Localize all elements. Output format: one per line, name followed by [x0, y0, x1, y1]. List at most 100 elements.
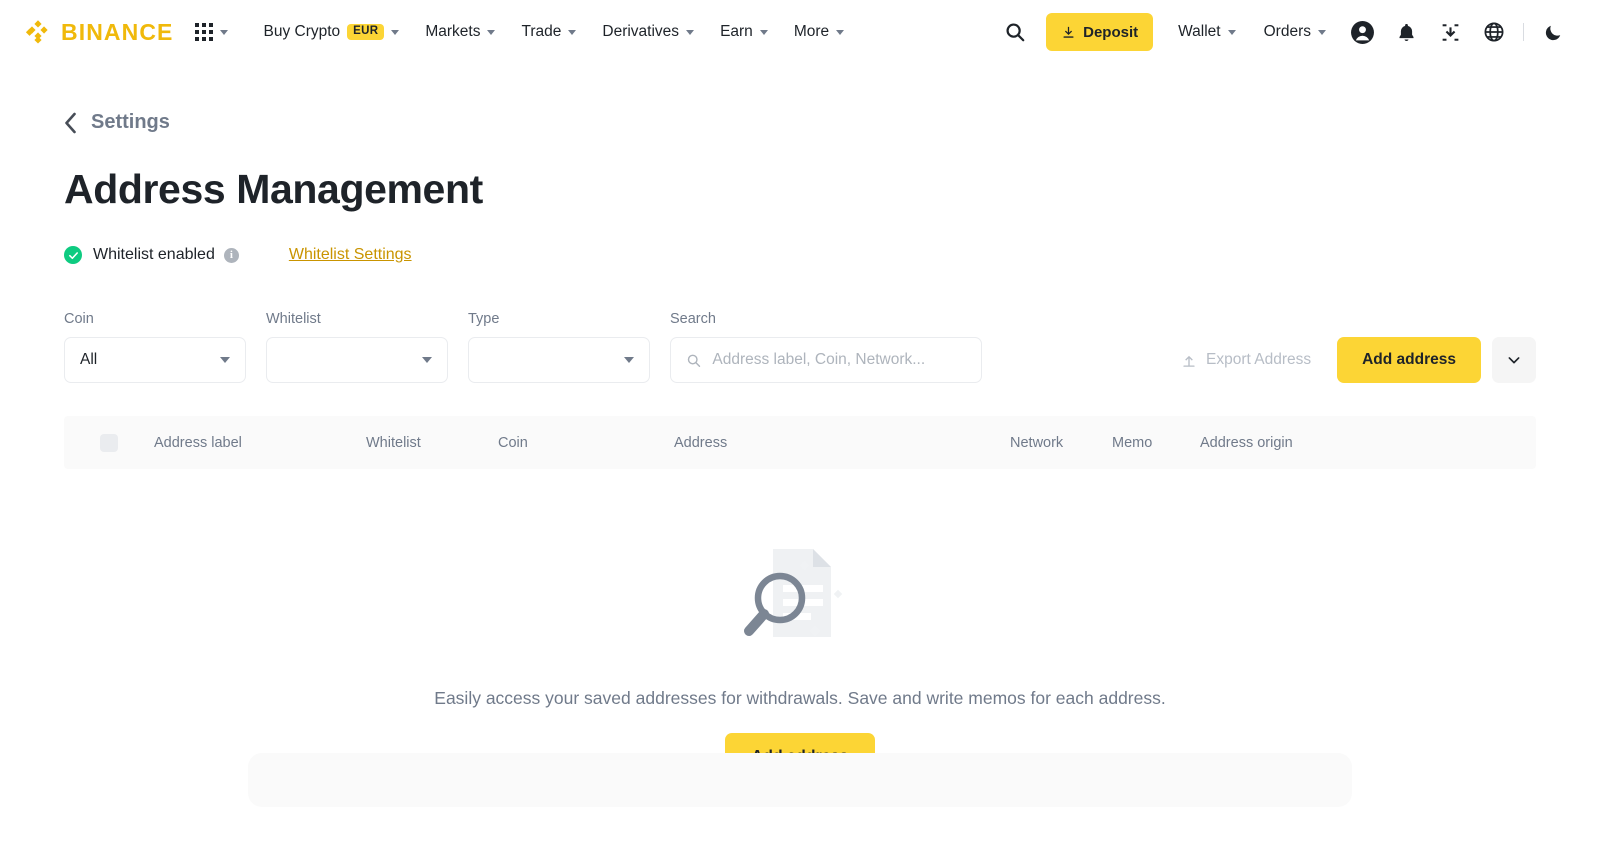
chevron-down-icon [391, 30, 399, 35]
type-filter-select[interactable] [468, 337, 650, 383]
chevron-down-icon [686, 30, 694, 35]
download-icon [1061, 25, 1076, 40]
nav-item-orders[interactable]: Orders [1251, 0, 1339, 64]
nav-item-earn[interactable]: Earn [707, 0, 781, 64]
type-filter: Type [468, 311, 650, 383]
no-data-document-search-icon [737, 535, 863, 653]
search-filter: Search [670, 311, 982, 383]
chevron-down-icon [220, 357, 230, 363]
notifications-button[interactable] [1385, 11, 1427, 53]
coin-filter-select[interactable]: All [64, 337, 246, 383]
address-table-header: Address label Whitelist Coin Address Net… [64, 416, 1536, 469]
breadcrumb-label: Settings [91, 111, 170, 134]
filter-actions: Export Address Add address [1181, 337, 1536, 383]
nav-item-wallet[interactable]: Wallet [1165, 0, 1249, 64]
search-label: Search [670, 311, 982, 327]
export-address-button[interactable]: Export Address [1181, 351, 1311, 369]
add-address-group: Add address [1337, 337, 1536, 383]
nav-label: Trade [521, 0, 561, 64]
theme-toggle-button[interactable] [1532, 11, 1574, 53]
search-box[interactable] [670, 337, 982, 383]
export-upload-icon [1181, 352, 1197, 368]
navbar-divider [1523, 23, 1524, 41]
whitelist-filter: Whitelist [266, 311, 448, 383]
chevron-down-icon [422, 357, 432, 363]
chevron-down-icon [1318, 30, 1326, 35]
page-content: Settings Address Management Whitelist en… [0, 111, 1600, 781]
column-address: Address [674, 435, 1010, 451]
search-input[interactable] [712, 351, 966, 369]
logo-wordmark: BINANCE [61, 19, 173, 46]
column-address-origin: Address origin [1200, 435, 1293, 451]
column-memo: Memo [1112, 435, 1200, 451]
coin-filter-label: Coin [64, 311, 246, 327]
currency-badge: EUR [347, 24, 384, 41]
nav-label: Wallet [1178, 0, 1221, 64]
search-button[interactable] [994, 11, 1036, 53]
chevron-down-icon [220, 30, 228, 35]
column-address-label: Address label [154, 435, 366, 451]
column-network: Network [1010, 435, 1112, 451]
whitelist-status-label: Whitelist enabled [93, 246, 215, 264]
nav-item-more[interactable]: More [781, 0, 857, 64]
type-filter-label: Type [468, 311, 650, 327]
coin-filter-value: All [80, 351, 220, 369]
chevron-down-icon [760, 30, 768, 35]
select-all-checkbox[interactable] [100, 434, 118, 452]
column-coin: Coin [498, 435, 674, 451]
chevron-down-icon [1228, 30, 1236, 35]
bell-icon [1396, 22, 1417, 43]
deposit-label: Deposit [1083, 24, 1138, 41]
binance-logo[interactable]: BINANCE [24, 18, 173, 46]
filter-bar: Coin All Whitelist Type Search [64, 311, 1536, 383]
whitelist-filter-select[interactable] [266, 337, 448, 383]
moon-icon [1544, 23, 1563, 42]
nav-label: Derivatives [602, 0, 679, 64]
chevron-down-icon [568, 30, 576, 35]
language-button[interactable] [1473, 11, 1515, 53]
chevron-down-icon [836, 30, 844, 35]
download-app-button[interactable] [1429, 11, 1471, 53]
nav-item-trade[interactable]: Trade [508, 0, 589, 64]
search-icon [1004, 21, 1026, 43]
user-account-icon [1350, 20, 1375, 45]
navbar-right-section: Deposit Wallet Orders [994, 0, 1574, 64]
column-whitelist: Whitelist [366, 435, 498, 451]
chevron-down-icon [487, 30, 495, 35]
nav-item-buy-crypto[interactable]: Buy Crypto EUR [250, 0, 412, 64]
nav-label: Earn [720, 0, 753, 64]
nav-label: More [794, 0, 829, 64]
deposit-button[interactable]: Deposit [1046, 13, 1153, 51]
account-button[interactable] [1341, 11, 1383, 53]
chevron-left-icon [64, 112, 77, 134]
info-icon[interactable]: i [224, 248, 239, 263]
apps-grid-icon [195, 23, 213, 41]
coin-filter: Coin All [64, 311, 246, 383]
binance-diamond-icon [24, 18, 52, 46]
top-navbar: BINANCE Buy Crypto EUR Markets Trade Der… [0, 0, 1600, 64]
empty-state: Easily access your saved addresses for w… [64, 535, 1536, 781]
check-circle-icon [64, 246, 82, 264]
whitelist-status-row: Whitelist enabled i Whitelist Settings [64, 246, 1536, 264]
add-address-button[interactable]: Add address [1337, 337, 1481, 383]
nav-label: Markets [425, 0, 480, 64]
whitelist-filter-label: Whitelist [266, 311, 448, 327]
download-app-icon [1440, 22, 1461, 43]
nav-label: Orders [1264, 0, 1311, 64]
chevron-down-icon [624, 357, 634, 363]
export-address-label: Export Address [1206, 351, 1311, 369]
bottom-panel-edge [248, 753, 1352, 807]
add-address-dropdown-button[interactable] [1492, 337, 1536, 383]
apps-grid-menu[interactable] [195, 23, 228, 41]
whitelist-settings-link[interactable]: Whitelist Settings [289, 246, 412, 264]
page-title: Address Management [64, 166, 1536, 213]
breadcrumb[interactable]: Settings [64, 111, 170, 134]
nav-item-markets[interactable]: Markets [412, 0, 508, 64]
nav-label: Buy Crypto [263, 0, 340, 64]
select-all-cell[interactable] [64, 434, 154, 452]
nav-item-derivatives[interactable]: Derivatives [589, 0, 707, 64]
search-icon [686, 352, 701, 369]
globe-icon [1483, 21, 1505, 43]
empty-state-message: Easily access your saved addresses for w… [434, 688, 1165, 709]
chevron-down-icon [1507, 353, 1521, 367]
